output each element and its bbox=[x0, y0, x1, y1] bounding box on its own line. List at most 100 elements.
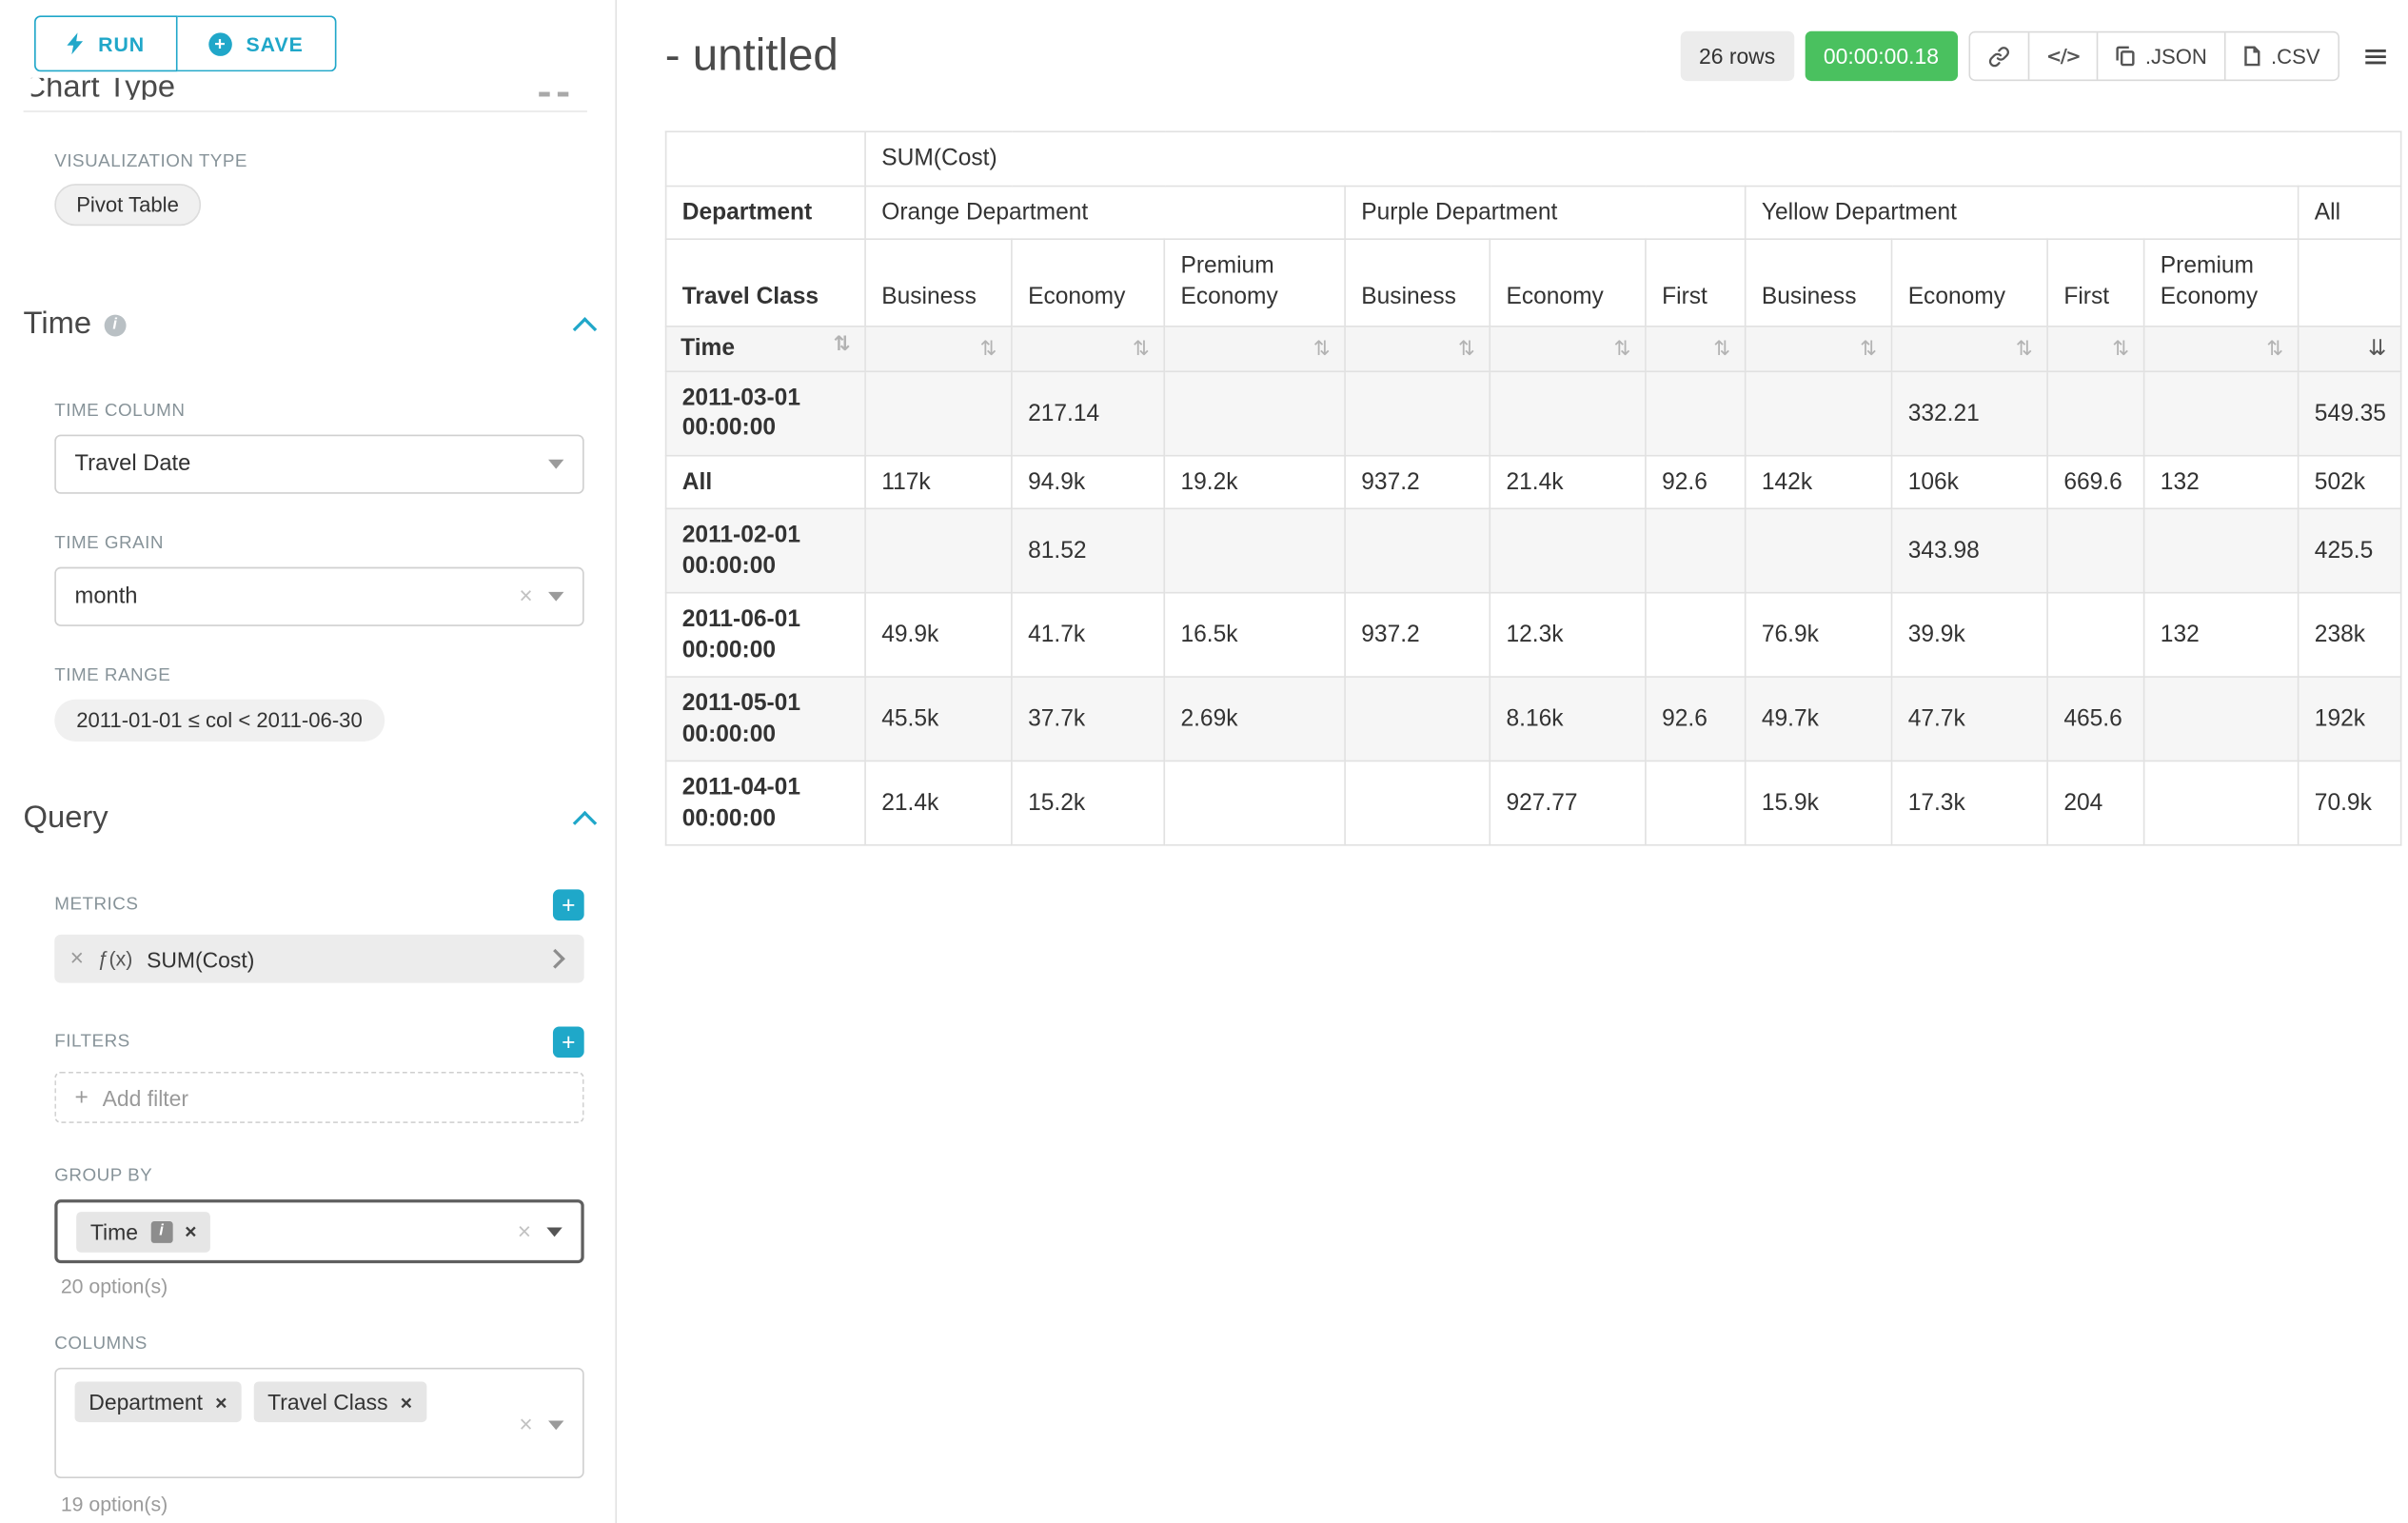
chevron-right-icon[interactable] bbox=[545, 948, 565, 968]
value-cell: 92.6 bbox=[1646, 455, 1746, 508]
value-cell: 16.5k bbox=[1164, 593, 1345, 677]
short-link-button[interactable] bbox=[1970, 32, 2028, 79]
pivot-data-row: 2011-02-01 00:00:0081.52343.98425.5 bbox=[666, 509, 2401, 593]
pivot-data-row: 2011-05-01 00:00:0045.5k37.7k2.69k8.16k9… bbox=[666, 678, 2401, 762]
sort-icon[interactable]: ⇅ bbox=[2016, 338, 2033, 362]
value-cell bbox=[1746, 509, 1892, 593]
value-cell bbox=[1746, 371, 1892, 455]
travel-class-header: Economy bbox=[1892, 239, 2048, 326]
sort-cell: ⇅ bbox=[1345, 326, 1490, 371]
travel-class-header: Economy bbox=[1490, 239, 1646, 326]
add-filter-plus-button[interactable]: + bbox=[553, 1026, 584, 1058]
value-cell bbox=[1646, 509, 1746, 593]
chevron-up-icon[interactable] bbox=[573, 811, 597, 835]
pivot-data-row: 2011-03-01 00:00:00217.14332.21549.35 bbox=[666, 371, 2401, 455]
value-cell: 37.7k bbox=[1012, 678, 1164, 762]
columns-select[interactable]: Department × Travel Class × × bbox=[54, 1368, 583, 1478]
value-cell: 92.6 bbox=[1646, 678, 1746, 762]
value-cell: 21.4k bbox=[865, 762, 1012, 845]
add-filter-button[interactable]: + Add filter bbox=[54, 1072, 583, 1123]
value-cell: 49.7k bbox=[1746, 678, 1892, 762]
time-section-header[interactable]: Time i bbox=[24, 307, 594, 343]
time-column-select[interactable]: Travel Date bbox=[54, 435, 583, 494]
chart-title[interactable]: - untitled bbox=[665, 30, 839, 82]
remove-chip-icon[interactable]: × bbox=[401, 1391, 412, 1414]
time-grain-value: month bbox=[75, 584, 138, 609]
value-cell: 217.14 bbox=[1012, 371, 1164, 455]
visualization-type-value[interactable]: Pivot Table bbox=[54, 184, 200, 226]
run-button[interactable]: RUN bbox=[34, 15, 178, 71]
plus-icon: + bbox=[75, 1084, 89, 1111]
value-cell bbox=[1345, 371, 1490, 455]
travel-class-header: First bbox=[1646, 239, 1746, 326]
group-by-chip[interactable]: Time i × bbox=[76, 1211, 210, 1252]
value-cell bbox=[1345, 762, 1490, 845]
query-section-header[interactable]: Query bbox=[24, 801, 594, 837]
add-metric-button[interactable]: + bbox=[553, 889, 584, 920]
value-cell bbox=[1646, 593, 1746, 677]
metric-chip[interactable]: × ƒ(x) SUM(Cost) bbox=[54, 935, 583, 983]
query-section-title: Query bbox=[24, 801, 109, 837]
sort-descending-icon[interactable]: ⇊ bbox=[2368, 337, 2386, 362]
sort-icon[interactable]: ⇅ bbox=[1860, 338, 1877, 362]
sort-icon[interactable]: ⇅ bbox=[1313, 338, 1331, 362]
filters-label: FILTERS bbox=[54, 1033, 129, 1052]
save-button[interactable]: + SAVE bbox=[178, 15, 337, 71]
time-grain-select[interactable]: month × bbox=[54, 567, 583, 626]
chart-menu-button[interactable]: ≡ bbox=[2350, 31, 2402, 81]
department-group-header: Purple Department bbox=[1345, 186, 1746, 239]
value-cell: 12.3k bbox=[1490, 593, 1646, 677]
columns-chip[interactable]: Travel Class × bbox=[253, 1382, 425, 1423]
value-cell bbox=[2047, 509, 2143, 593]
menu-icon: ≡ bbox=[2362, 37, 2390, 74]
export-csv-button[interactable]: .CSV bbox=[2224, 32, 2338, 79]
chevron-down-icon bbox=[546, 1227, 562, 1236]
sort-icon[interactable]: ⇅ bbox=[2112, 338, 2129, 362]
clear-icon[interactable]: × bbox=[519, 583, 532, 610]
clear-icon[interactable]: × bbox=[518, 1218, 531, 1245]
value-cell bbox=[2144, 371, 2299, 455]
value-cell: 937.2 bbox=[1345, 455, 1490, 508]
clipped-icons bbox=[539, 92, 568, 97]
group-by-select[interactable]: Time i × × bbox=[54, 1199, 583, 1263]
time-header-cell: Time ⇅ bbox=[666, 326, 865, 371]
query-timer-badge: 00:00:00.18 bbox=[1805, 31, 1957, 81]
sort-icon[interactable]: ⇅ bbox=[2266, 338, 2283, 362]
columns-label: COLUMNS bbox=[54, 1335, 583, 1354]
columns-chip[interactable]: Department × bbox=[75, 1382, 242, 1423]
travel-class-header: Business bbox=[1345, 239, 1490, 326]
time-column-value: Travel Date bbox=[75, 452, 191, 477]
travel-class-label: Travel Class bbox=[666, 239, 865, 326]
department-label: Department bbox=[666, 186, 865, 239]
value-cell bbox=[1646, 371, 1746, 455]
sort-icon[interactable]: ⇅ bbox=[1458, 338, 1475, 362]
value-cell: 142k bbox=[1746, 455, 1892, 508]
value-cell: 204 bbox=[2047, 762, 2143, 845]
remove-chip-icon[interactable]: × bbox=[185, 1219, 196, 1243]
remove-metric-icon[interactable]: × bbox=[70, 945, 84, 972]
sort-cell: ⇅ bbox=[1012, 326, 1164, 371]
sort-icon[interactable]: ⇅ bbox=[1614, 338, 1631, 362]
value-cell: 39.9k bbox=[1892, 593, 2048, 677]
sort-icon[interactable]: ⇅ bbox=[1713, 338, 1730, 362]
metrics-label-row: METRICS + bbox=[54, 889, 583, 920]
sort-icon[interactable]: ⇅ bbox=[1133, 338, 1150, 362]
row-header: 2011-05-01 00:00:00 bbox=[666, 678, 865, 762]
time-label: Time bbox=[681, 335, 735, 362]
row-header: 2011-06-01 00:00:00 bbox=[666, 593, 865, 677]
travel-class-header bbox=[2299, 239, 2401, 326]
chevron-up-icon[interactable] bbox=[573, 317, 597, 341]
sort-icon[interactable]: ⇅ bbox=[979, 338, 997, 362]
save-label: SAVE bbox=[247, 32, 304, 56]
remove-chip-icon[interactable]: × bbox=[215, 1391, 227, 1414]
value-cell bbox=[1345, 678, 1490, 762]
export-json-button[interactable]: .JSON bbox=[2097, 32, 2224, 79]
time-column-label: TIME COLUMN bbox=[54, 402, 583, 421]
time-range-value[interactable]: 2011-01-01 ≤ col < 2011-06-30 bbox=[54, 700, 384, 742]
sort-icon[interactable]: ⇅ bbox=[834, 334, 851, 361]
clear-icon[interactable]: × bbox=[519, 1412, 532, 1438]
view-query-button[interactable]: </> bbox=[2027, 32, 2097, 79]
row-header: 2011-02-01 00:00:00 bbox=[666, 509, 865, 593]
value-cell: 47.7k bbox=[1892, 678, 2048, 762]
value-cell: 465.6 bbox=[2047, 678, 2143, 762]
